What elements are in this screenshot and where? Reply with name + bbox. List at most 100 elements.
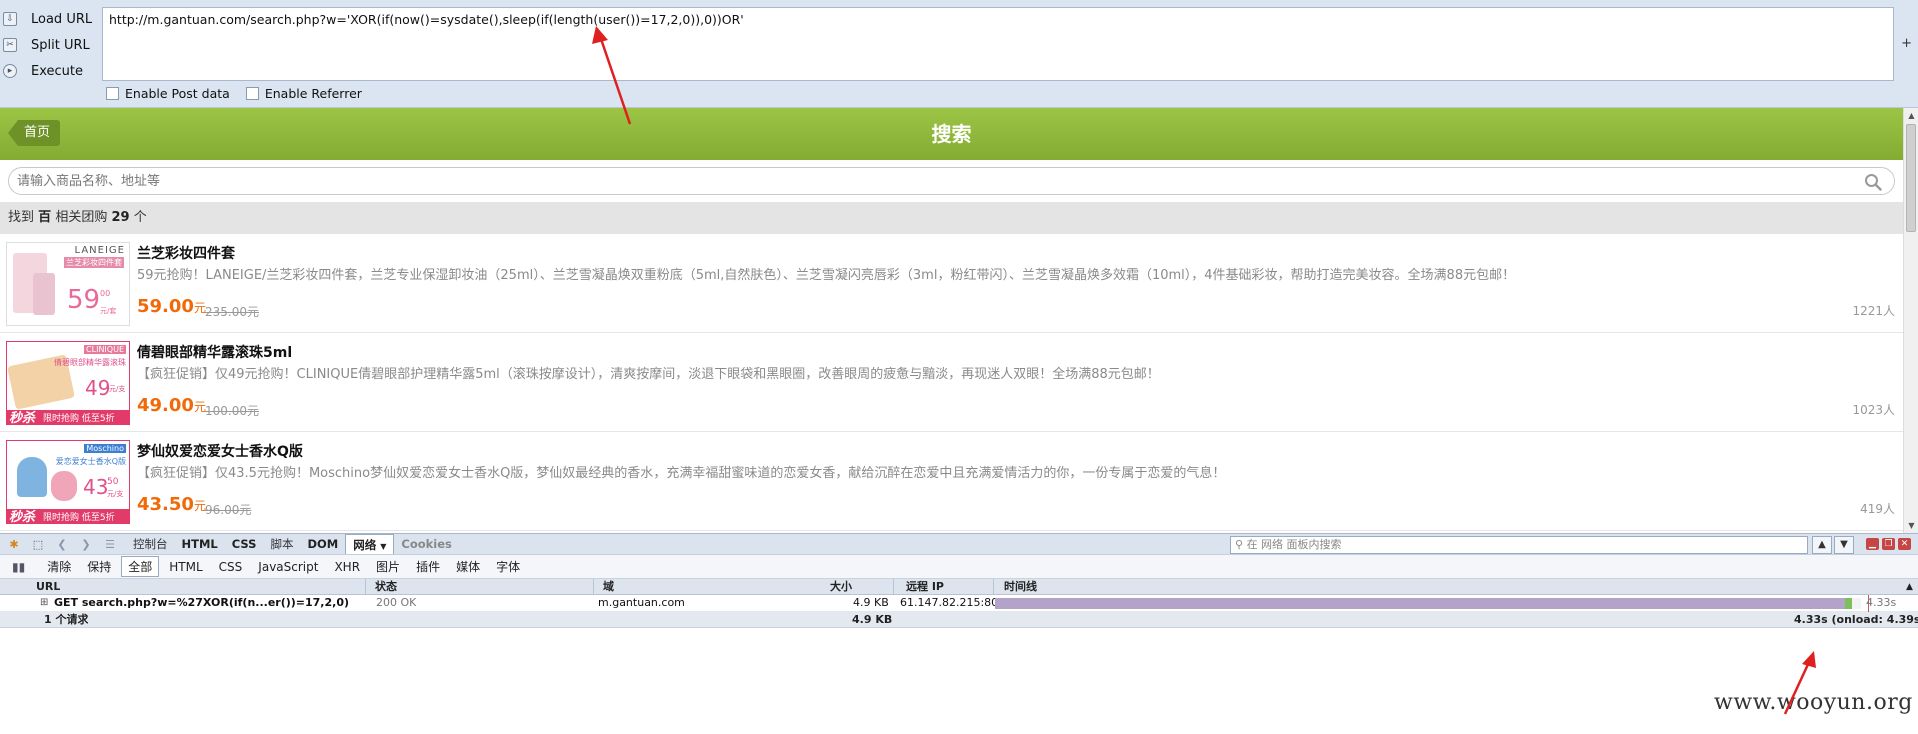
filter-css[interactable]: CSS: [213, 559, 249, 575]
filter-plugins[interactable]: 插件: [410, 557, 446, 576]
filter-xhr[interactable]: XHR: [328, 559, 366, 575]
request-time-label: 4.33s: [1866, 596, 1897, 609]
detach-icon[interactable]: ❐: [1882, 538, 1895, 550]
enable-post-data-label: Enable Post data: [125, 86, 230, 101]
column-url[interactable]: URL: [36, 579, 60, 594]
filter-media[interactable]: 媒体: [450, 557, 486, 576]
network-table-header: URL 状态 域 大小 远程 IP 时间线 ▲: [0, 579, 1918, 595]
filter-javascript[interactable]: JavaScript: [252, 559, 324, 575]
total-size: 4.9 KB: [852, 613, 893, 626]
column-divider: [593, 579, 594, 594]
pause-icon[interactable]: ▮▮: [8, 560, 29, 574]
tab-console[interactable]: 控制台: [126, 534, 175, 554]
product-image[interactable]: Moschino 爱恋爱女士香水Q版 43 50 元/支 秒杀 限时抢购 低至5…: [6, 440, 130, 524]
search-input[interactable]: [9, 168, 1809, 194]
filter-fonts[interactable]: 字体: [490, 557, 526, 576]
product-photo-shape: [33, 273, 55, 315]
image-price-cents: 00: [100, 289, 111, 298]
promo-banner-text: 限时抢购 低至5折: [43, 513, 115, 523]
network-filter-bar: ▮▮ 清除 保持 全部 HTML CSS JavaScript XHR 图片 插…: [0, 555, 1918, 579]
image-price-text: 49: [85, 376, 111, 400]
execute-icon: ▸: [3, 64, 17, 78]
item-buyer-count: 1221人: [1852, 304, 1895, 318]
filter-all[interactable]: 全部: [121, 556, 160, 577]
request-url[interactable]: GET search.php?w=%27XOR(if(n...er())=17,…: [54, 595, 354, 611]
search-prev-button[interactable]: ▲: [1812, 536, 1832, 554]
item-buyer-count: 419人: [1860, 502, 1895, 516]
item-price: 59.00元: [137, 296, 206, 317]
filter-clear[interactable]: 清除: [41, 557, 77, 576]
column-timeline[interactable]: 时间线: [1004, 579, 1037, 594]
minimize-icon[interactable]: ▁: [1866, 538, 1879, 550]
list-item[interactable]: Moschino 爱恋爱女士香水Q版 43 50 元/支 秒杀 限时抢购 低至5…: [0, 432, 1903, 531]
hackbar-expand-icon[interactable]: +: [1901, 36, 1912, 51]
search-bar: [0, 160, 1903, 202]
enable-post-data-checkbox[interactable]: [106, 87, 119, 100]
execute-button[interactable]: ▸ Execute: [0, 58, 100, 84]
promo-banner-text: 限时抢购 低至5折: [43, 414, 115, 424]
split-url-button[interactable]: ✂ Split URL: [0, 32, 100, 58]
panel-list-icon[interactable]: ☰: [102, 537, 118, 551]
result-count: 29: [111, 210, 130, 225]
firebug-bug-icon[interactable]: ✱: [6, 537, 22, 551]
column-remote-ip[interactable]: 远程 IP: [906, 579, 944, 594]
inspect-element-icon[interactable]: ⬚: [30, 537, 46, 551]
tab-css[interactable]: CSS: [225, 534, 264, 554]
image-brand-text: CLINIQUE: [84, 345, 126, 354]
tab-dom[interactable]: DOM: [300, 534, 345, 554]
column-status[interactable]: 状态: [375, 579, 397, 594]
tab-network[interactable]: 网络 ▼: [345, 534, 395, 554]
request-status: 200 OK: [376, 596, 417, 609]
product-photo-shape: [17, 457, 47, 497]
load-url-button[interactable]: ⇩ Load URL: [0, 6, 100, 32]
scrollbar-thumb[interactable]: [1906, 124, 1916, 232]
network-search-input[interactable]: ⚲ 在 网络 面板内搜索: [1230, 536, 1808, 554]
request-domain: m.gantuan.com: [598, 596, 685, 609]
request-timeline-track[interactable]: [995, 598, 1861, 609]
table-row[interactable]: ⊞ GET search.php?w=%27XOR(if(n...er())=1…: [0, 595, 1918, 612]
scroll-up-icon[interactable]: ▲: [1907, 111, 1916, 120]
item-original-price: 100.00元: [205, 404, 259, 418]
scroll-down-icon[interactable]: ▼: [1907, 521, 1916, 530]
search-icon[interactable]: [1864, 173, 1882, 191]
forward-arrow-icon[interactable]: ❯: [78, 537, 94, 551]
split-url-label: Split URL: [31, 37, 90, 53]
sort-up-icon[interactable]: ▲: [1906, 579, 1913, 594]
enable-referrer-option[interactable]: Enable Referrer: [245, 86, 362, 101]
total-timing: 4.33s (onload: 4.39s): [1794, 613, 1918, 626]
product-image[interactable]: LANEIGE 兰芝彩妆四件套 59 00 元/套: [6, 242, 130, 326]
filter-html[interactable]: HTML: [163, 559, 208, 575]
tab-script[interactable]: 脚本: [263, 534, 300, 554]
tab-html[interactable]: HTML: [175, 534, 225, 554]
item-title[interactable]: 梦仙奴爱恋爱女士香水Q版: [137, 441, 303, 461]
hackbar-url-field[interactable]: http://m.gantuan.com/search.php?w='XOR(i…: [102, 7, 1894, 81]
item-original-price: 235.00元: [205, 305, 259, 319]
column-domain[interactable]: 域: [603, 579, 614, 594]
list-item[interactable]: CLINIQUE 倩碧眼部精华露滚珠 49 元/支 秒杀 限时抢购 低至5折 倩…: [0, 333, 1903, 432]
promo-banner-big-text: 秒杀: [9, 510, 36, 524]
expand-row-icon[interactable]: ⊞: [40, 595, 48, 611]
result-keyword: 百: [38, 210, 52, 225]
network-summary-row: 1 个请求 4.9 KB 4.33s (onload: 4.39s): [0, 612, 1918, 628]
promo-banner-big-text: 秒杀: [9, 411, 36, 425]
filter-images[interactable]: 图片: [370, 557, 406, 576]
enable-post-data-option[interactable]: Enable Post data: [106, 86, 230, 101]
item-price-value: 59.00: [137, 296, 194, 317]
enable-referrer-checkbox[interactable]: [245, 87, 259, 100]
tab-cookies[interactable]: Cookies: [394, 534, 458, 554]
result-suffix: 个: [133, 210, 147, 225]
column-size[interactable]: 大小: [830, 579, 852, 594]
page-scrollbar[interactable]: ▲ ▼: [1903, 108, 1918, 533]
column-divider: [893, 579, 894, 594]
list-item[interactable]: LANEIGE 兰芝彩妆四件套 59 00 元/套 兰芝彩妆四件套 59元抢购！…: [0, 234, 1903, 333]
back-arrow-icon[interactable]: ❮: [54, 537, 70, 551]
request-count: 1 个请求: [44, 613, 89, 626]
search-next-button[interactable]: ▼: [1834, 536, 1854, 554]
item-title[interactable]: 倩碧眼部精华露滚珠5ml: [137, 342, 292, 362]
item-title[interactable]: 兰芝彩妆四件套: [137, 243, 235, 263]
product-image[interactable]: CLINIQUE 倩碧眼部精华露滚珠 49 元/支 秒杀 限时抢购 低至5折: [6, 341, 130, 425]
result-prefix: 找到: [8, 210, 35, 225]
filter-persist[interactable]: 保持: [81, 557, 117, 576]
close-icon[interactable]: ✕: [1898, 538, 1911, 550]
image-sub-text: 爱恋爱女士香水Q版: [55, 457, 126, 466]
